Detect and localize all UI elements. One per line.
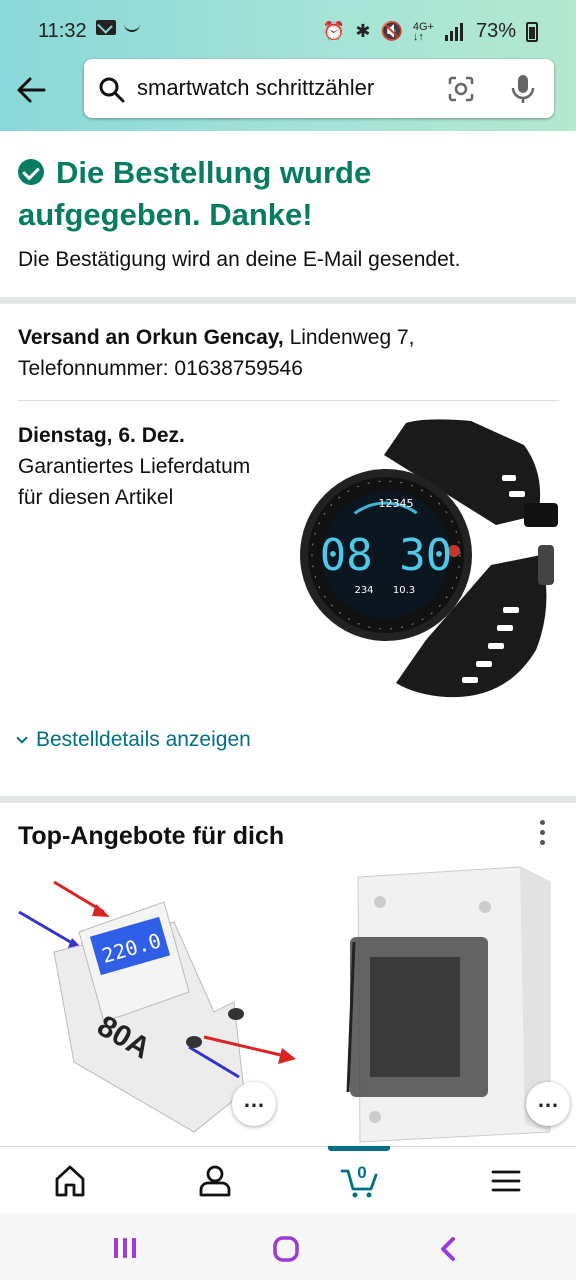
system-nav-bar — [0, 1213, 576, 1280]
watch-right-stat: 10.3 — [393, 585, 415, 596]
recent-apps-icon[interactable] — [112, 1237, 138, 1259]
camera-icon[interactable] — [447, 75, 475, 103]
delivery-info: Dienstag, 6. Dez. Garantiertes Lieferdat… — [18, 420, 278, 513]
order-confirmation: Die Bestellung wurde aufgegeben. Danke! … — [18, 152, 558, 272]
shipping-info: Versand an Orkun Gencay, Lindenweg 7, Te… — [18, 322, 558, 384]
smartwatch-product-image[interactable]: 08 30 12345 234 10.3 — [296, 415, 560, 705]
chevron-down-icon — [16, 732, 28, 744]
home-button-icon[interactable] — [273, 1236, 299, 1262]
bottom-nav — [0, 1146, 576, 1213]
header: 11:32 ⏰ ✱ 🔇 4G+ ↓↑ 73% smartwatch schritt… — [0, 0, 576, 131]
search-input[interactable]: smartwatch schrittzähler — [137, 75, 437, 101]
smile-icon — [124, 24, 140, 32]
section-divider — [0, 297, 576, 304]
alarm-icon: ⏰ — [322, 21, 346, 41]
battery-icon — [526, 21, 538, 42]
status-bar: 11:32 ⏰ ✱ 🔇 4G+ ↓↑ 73% — [0, 0, 576, 60]
battery-percent: 73% — [475, 20, 516, 42]
shipping-phone: Telefonnummer: 01638759546 — [18, 357, 303, 380]
confirmation-subtitle: Die Bestätigung wird an deine E-Mail ges… — [18, 248, 461, 271]
mic-icon[interactable] — [510, 74, 536, 104]
product-more-button[interactable]: … — [232, 1082, 276, 1126]
delivery-note: Garantiertes Lieferdatum für diesen Arti… — [18, 455, 251, 509]
back-button-icon[interactable] — [438, 1236, 458, 1262]
order-details-link[interactable]: Bestelldetails anzeigen — [16, 728, 251, 752]
back-arrow-icon[interactable] — [14, 72, 54, 108]
offers-title: Top-Angebote für dich — [18, 822, 285, 850]
check-circle-icon — [18, 159, 44, 185]
product-more-button[interactable]: … — [526, 1082, 570, 1126]
watch-time: 08 30 — [320, 530, 452, 581]
watch-left-stat: 234 — [354, 585, 373, 596]
mail-icon — [96, 20, 116, 35]
shipping-address: Lindenweg 7, — [283, 326, 415, 349]
divider-line — [18, 400, 559, 401]
section-divider — [0, 796, 576, 803]
home-icon[interactable] — [50, 1161, 90, 1201]
menu-icon[interactable] — [486, 1161, 526, 1201]
active-tab-indicator — [328, 1146, 390, 1151]
confirmation-title: Die Bestellung wurde aufgegeben. Danke! — [18, 155, 372, 232]
mute-icon: 🔇 — [380, 21, 403, 41]
signal-icon — [444, 22, 463, 41]
watch-steps: 12345 — [379, 497, 414, 510]
status-time: 11:32 — [38, 20, 87, 42]
cart-count: 0 — [357, 1163, 367, 1182]
4g-icon: 4G+ ↓↑ — [412, 20, 434, 43]
account-icon[interactable] — [195, 1161, 235, 1201]
search-icon — [99, 77, 125, 103]
delivery-date: Dienstag, 6. Dez. — [18, 424, 185, 447]
search-bar[interactable]: smartwatch schrittzähler — [84, 59, 554, 118]
more-options-icon[interactable] — [536, 820, 548, 848]
bluetooth-icon: ✱ — [355, 21, 371, 41]
shipping-recipient: Versand an Orkun Gencay, — [18, 326, 284, 349]
